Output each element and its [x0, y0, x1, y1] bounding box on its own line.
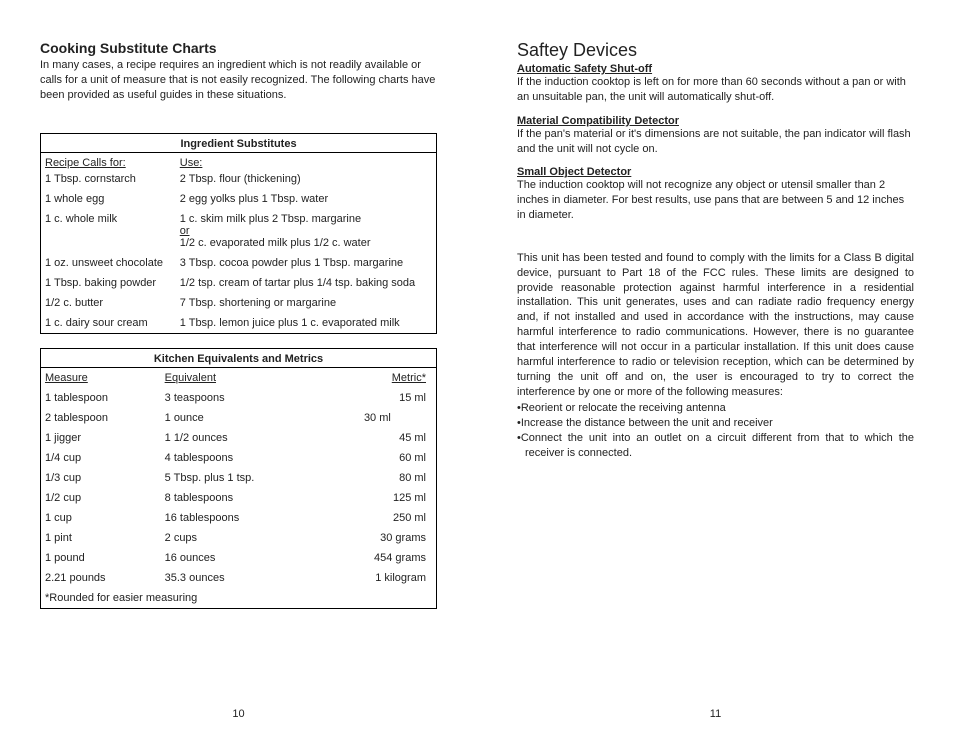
table-row: 1/2 c. butter 7 Tbsp. shortening or marg… — [41, 293, 437, 313]
page-number-right: 11 — [477, 708, 954, 720]
metrics-col1: Measure — [41, 367, 161, 388]
table-row: 1 Tbsp. baking powder 1/2 tsp. cream of … — [41, 273, 437, 293]
table-row: 1/2 cup8 tablespoons125 ml — [41, 488, 437, 508]
fcc-compliance-text: This unit has been tested and found to c… — [517, 251, 914, 399]
kitchen-equivalents-table: Kitchen Equivalents and Metrics Measure … — [40, 348, 437, 609]
page-left: Cooking Substitute Charts In many cases,… — [0, 0, 477, 738]
list-item: Reorient or relocate the receiving anten… — [517, 401, 914, 416]
material-detector-text: If the pan's material or it's dimensions… — [517, 127, 914, 157]
small-object-heading: Small Object Detector — [517, 166, 914, 178]
table-row: 1 pint2 cups30 grams — [41, 528, 437, 548]
table-row: 1/3 cup5 Tbsp. plus 1 tsp.80 ml — [41, 468, 437, 488]
table-row: 1 oz. unsweet chocolate 3 Tbsp. cocoa po… — [41, 253, 437, 273]
metrics-caption: Kitchen Equivalents and Metrics — [40, 348, 437, 367]
table-row: 1 whole egg 2 egg yolks plus 1 Tbsp. wat… — [41, 189, 437, 209]
ingredient-substitutes-table: Ingredient Substitutes Recipe Calls for:… — [40, 133, 437, 334]
list-item: Increase the distance between the unit a… — [517, 416, 914, 431]
table-row: 1/4 cup4 tablespoons60 ml — [41, 448, 437, 468]
table-row: 1 jigger1 1/2 ounces45 ml — [41, 428, 437, 448]
table-row: 2.21 pounds35.3 ounces1 kilogram — [41, 568, 437, 588]
cooking-intro: In many cases, a recipe requires an ingr… — [40, 58, 437, 103]
material-detector-heading: Material Compatibility Detector — [517, 115, 914, 127]
auto-shutoff-heading: Automatic Safety Shut-off — [517, 63, 914, 75]
list-item: Connect the unit into an outlet on a cir… — [517, 431, 914, 461]
fcc-bullets: Reorient or relocate the receiving anten… — [517, 401, 914, 460]
ingredients-col2: Use: — [176, 152, 437, 173]
page-number-left: 10 — [0, 708, 477, 720]
metrics-note: *Rounded for easier measuring — [41, 588, 437, 609]
ingredients-caption: Ingredient Substitutes — [40, 133, 437, 152]
table-row: 1 cup16 tablespoons250 ml — [41, 508, 437, 528]
table-row: 1 c. whole milk 1 c. skim milk plus 2 Tb… — [41, 209, 437, 253]
small-object-text: The induction cooktop will not recognize… — [517, 178, 914, 223]
table-row: 1 pound16 ounces454 grams — [41, 548, 437, 568]
ingredients-col1: Recipe Calls for: — [41, 152, 176, 173]
metrics-col2: Equivalent — [161, 367, 325, 388]
metrics-col3: Metric* — [325, 367, 437, 388]
table-row: 1 c. dairy sour cream 1 Tbsp. lemon juic… — [41, 313, 437, 334]
cooking-substitute-title: Cooking Substitute Charts — [40, 40, 437, 56]
table-row: 1 tablespoon3 teaspoons15 ml — [41, 388, 437, 408]
safety-devices-title: Saftey Devices — [517, 40, 914, 61]
auto-shutoff-text: If the induction cooktop is left on for … — [517, 75, 914, 105]
page-right: Saftey Devices Automatic Safety Shut-off… — [477, 0, 954, 738]
table-row: 1 Tbsp. cornstarch 2 Tbsp. flour (thicke… — [41, 173, 437, 189]
table-row: 2 tablespoon1 ounce30 ml — [41, 408, 437, 428]
